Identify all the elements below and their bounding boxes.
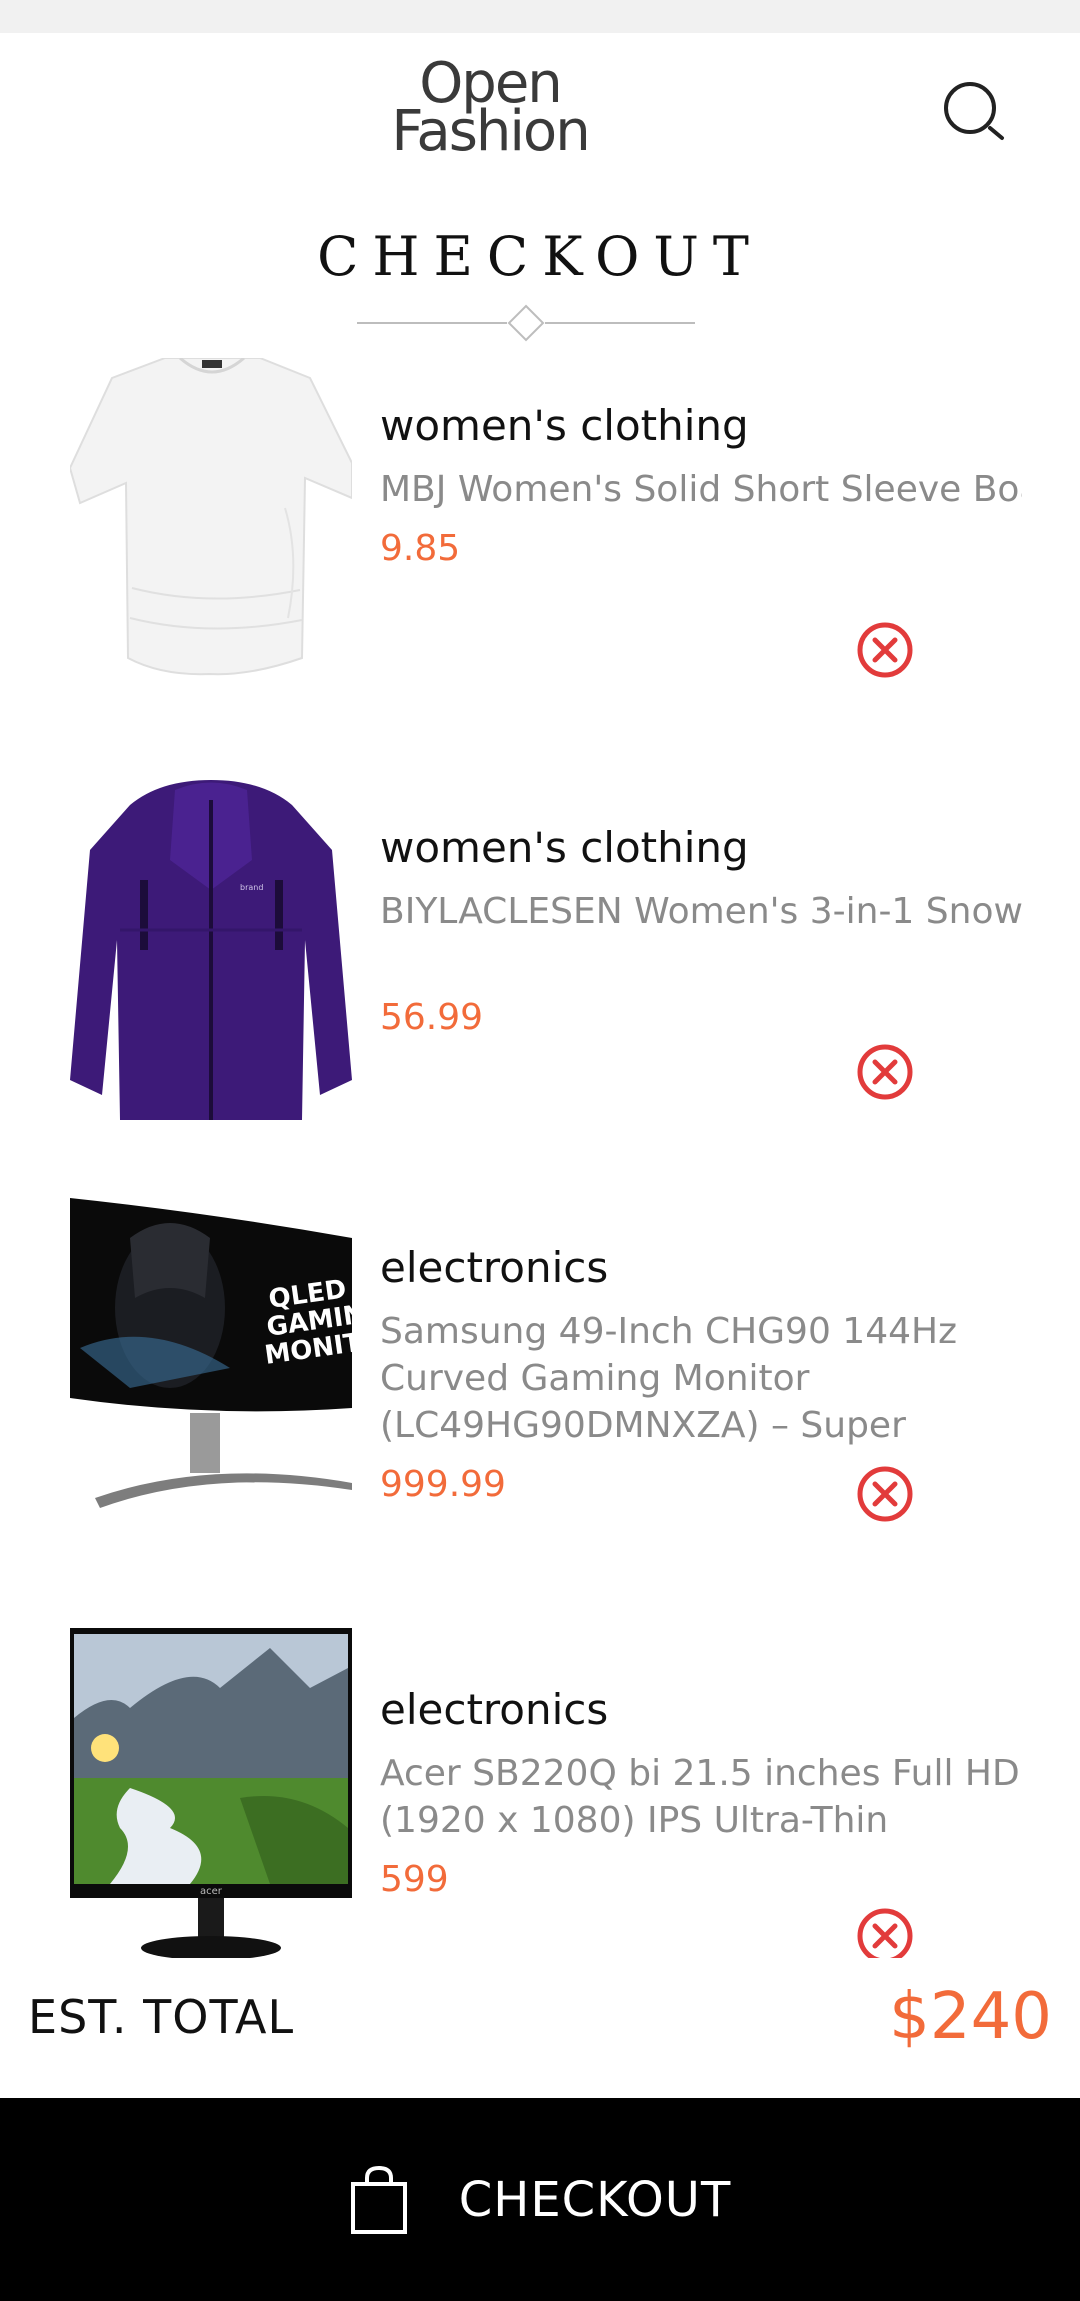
cart-item: QLED GAMING MONITO electronics Samsung 4… <box>0 1178 1080 1598</box>
svg-text:brand: brand <box>240 883 263 892</box>
logo-line-2: Fashion <box>391 99 590 164</box>
product-info: electronics Acer SB220Q bi 21.5 inches F… <box>380 1682 1022 1904</box>
remove-item-button[interactable] <box>855 1464 915 1524</box>
cart-item-list[interactable]: women's clothing MBJ Women's Solid Short… <box>0 358 1080 1958</box>
remove-item-button[interactable] <box>855 620 915 680</box>
product-price: 599 <box>380 1859 449 1900</box>
product-category: women's clothing <box>380 401 749 450</box>
estimated-total-row: EST. TOTAL $240 <box>0 1980 1080 2060</box>
remove-item-button[interactable] <box>855 1906 915 1958</box>
checkout-button-label: CHECKOUT <box>458 2171 732 2228</box>
app-header: Open Fashion <box>0 33 1080 203</box>
open-fashion-logo[interactable]: Open Fashion <box>370 56 610 164</box>
remove-item-button[interactable] <box>855 1042 915 1102</box>
product-info: women's clothing BIYLACLESEN Women's 3-i… <box>380 820 1022 1042</box>
product-price: 999.99 <box>380 1464 506 1505</box>
product-title: Samsung 49-Inch CHG90 144Hz Curved Gamin… <box>380 1311 957 1446</box>
purple-jacket-image: brand <box>70 780 352 1120</box>
shopping-bag-icon <box>350 2165 407 2234</box>
product-thumbnail[interactable]: acer <box>70 1628 352 1958</box>
product-info: electronics Samsung 49-Inch CHG90 144Hz … <box>380 1240 1022 1509</box>
product-title: BIYLACLESEN Women's 3-in-1 Snowboard Jac… <box>380 891 1022 932</box>
product-info: women's clothing MBJ Women's Solid Short… <box>380 398 1022 573</box>
product-price: 56.99 <box>380 997 484 1038</box>
product-thumbnail[interactable]: QLED GAMING MONITO <box>70 1198 352 1518</box>
product-price: 9.85 <box>380 528 461 569</box>
acer-monitor-image: acer <box>70 1628 352 1958</box>
white-tshirt-image <box>70 358 352 678</box>
total-value: $240 <box>889 1980 1052 2054</box>
search-button[interactable] <box>935 73 1015 153</box>
total-label: EST. TOTAL <box>28 1990 295 2044</box>
checkout-button[interactable]: CHECKOUT <box>0 2098 1080 2301</box>
title-divider <box>357 304 695 342</box>
status-bar <box>0 0 1080 33</box>
product-category: electronics <box>380 1243 609 1292</box>
product-thumbnail[interactable]: brand <box>70 780 352 1120</box>
product-title: MBJ Women's Solid Short Sleeve Boat Neck… <box>380 469 1022 510</box>
cart-item: women's clothing MBJ Women's Solid Short… <box>0 358 1080 758</box>
product-title: Acer SB220Q bi 21.5 inches Full HD (1920… <box>380 1753 1020 1841</box>
product-thumbnail[interactable] <box>70 358 352 678</box>
curved-monitor-image: QLED GAMING MONITO <box>70 1198 352 1518</box>
cart-item: acer electronics Acer SB220Q bi 21.5 inc… <box>0 1598 1080 1958</box>
search-icon <box>944 82 1004 140</box>
page-title: CHECKOUT <box>317 225 763 288</box>
svg-text:acer: acer <box>200 1886 223 1897</box>
cart-item: brand women's clothing BIYLACLESEN Women… <box>0 758 1080 1178</box>
product-category: women's clothing <box>380 823 749 872</box>
product-category: electronics <box>380 1685 609 1734</box>
